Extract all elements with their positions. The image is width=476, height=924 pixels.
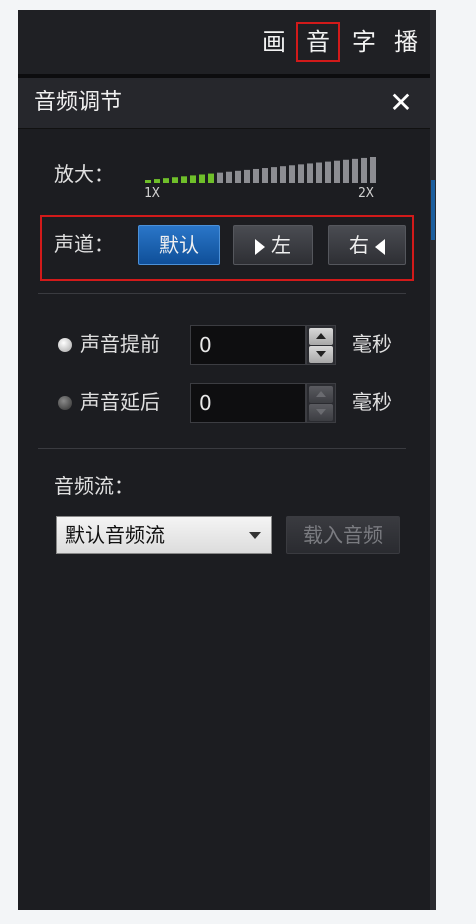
audio-stream-value: 默认音频流 [65,523,165,547]
zoom-level-segment [343,159,349,183]
delay-input[interactable]: 0 [190,383,306,423]
zoom-slider[interactable] [143,155,383,185]
panel-title: 音频调节 [34,90,123,115]
zoom-level-segment [325,161,331,183]
channel-right-label: 右 [349,233,369,257]
divider [38,448,406,449]
load-audio-button: 载入音频 [286,516,400,554]
audio-stream-label: 音频流： [54,474,134,498]
scrollbar-thumb[interactable] [431,180,435,240]
zoom-level-segment [307,163,313,183]
zoom-level-segment [280,166,286,183]
zoom-level-segment [163,178,169,183]
channel-default-button[interactable]: 默认 [138,225,220,265]
zoom-level-segment [316,162,322,183]
zoom-level-segment [244,169,250,183]
close-icon: ✕ [389,86,413,119]
channel-left-button[interactable]: 左 [233,225,313,265]
zoom-label: 放大： [54,162,114,186]
zoom-level-segment [262,168,268,183]
audio-stream-select[interactable]: 默认音频流 [56,516,272,554]
stepper-up-icon[interactable] [309,386,333,403]
close-button[interactable]: ✕ [386,88,416,118]
zoom-level-segment [334,160,340,183]
stepper-down-icon[interactable] [309,404,333,421]
advance-radio[interactable] [58,338,72,352]
left-channel-icon [255,238,265,255]
zoom-level-segment [235,170,241,183]
top-tab-bar: 画 音 字 播 [18,10,430,74]
zoom-level-segment [199,174,205,183]
channel-left-label: 左 [271,233,291,257]
tab-audio[interactable]: 音 [296,22,340,62]
zoom-level-segment [181,176,187,183]
advance-label: 声音提前 [80,332,160,356]
tab-subtitle[interactable]: 字 [344,24,384,60]
advance-stepper[interactable] [306,325,336,365]
chevron-down-icon [249,532,261,539]
delay-label: 声音延后 [80,390,160,414]
zoom-level-segment [361,157,367,183]
delay-unit: 毫秒 [352,390,392,414]
tab-playback[interactable]: 播 [386,24,426,60]
tab-picture[interactable]: 画 [254,24,294,60]
zoom-level-segment [154,179,160,183]
zoom-level-segment [271,167,277,183]
zoom-level-segment [217,172,223,183]
zoom-level-segment [298,164,304,183]
channel-right-button[interactable]: 右 [328,225,406,265]
zoom-level-segment [172,177,178,183]
zoom-level-segment [352,158,358,183]
zoom-level-segment [190,175,196,183]
right-channel-icon [375,238,385,255]
zoom-min-label: 1X [144,186,160,201]
stepper-down-icon[interactable] [309,346,333,363]
zoom-level-segment [289,165,295,183]
advance-unit: 毫秒 [352,332,392,356]
audio-panel-window: 画 音 字 播 音频调节 ✕ 放大： 1X 2X 声道： 默认 左 右 声音提前… [18,10,430,910]
zoom-level-segment [145,180,151,183]
zoom-level-segment [253,168,259,183]
channel-label: 声道： [54,232,114,256]
right-edge-scrollbar [430,10,436,910]
delay-stepper[interactable] [306,383,336,423]
zoom-max-label: 2X [358,186,374,201]
zoom-level-segment [226,171,232,183]
stepper-up-icon[interactable] [309,328,333,345]
panel-header: 音频调节 ✕ [18,78,430,129]
zoom-level-segment [370,157,376,183]
delay-radio[interactable] [58,396,72,410]
zoom-level-segment [208,173,214,183]
divider [38,293,406,294]
advance-input[interactable]: 0 [190,325,306,365]
zoom-slider-bars [145,157,376,183]
